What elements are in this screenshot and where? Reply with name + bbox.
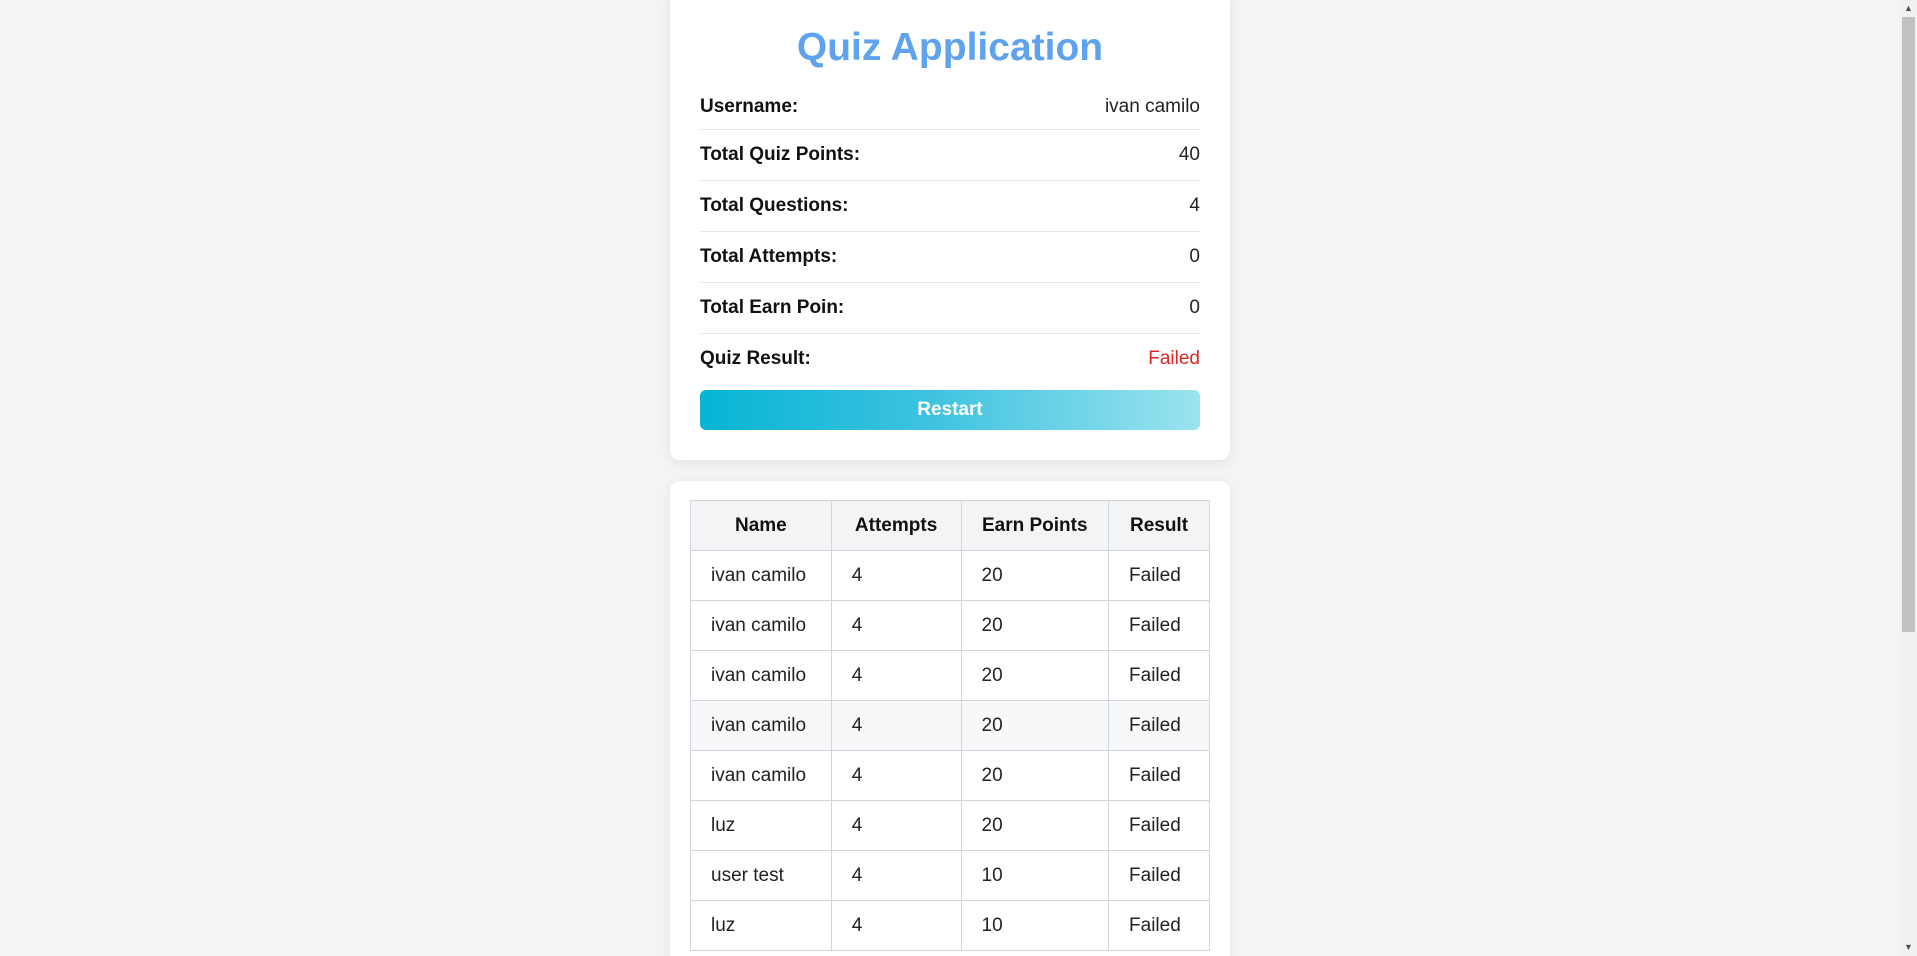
header-attempts: Attempts — [830, 500, 962, 551]
cell-result: Failed — [1108, 600, 1210, 651]
quiz-result-card: Quiz Application Username: ivan camilo T… — [670, 0, 1230, 460]
cell-result: Failed — [1108, 550, 1210, 601]
quiz-result-value: Failed — [1148, 348, 1200, 369]
scroll-up-arrow-icon[interactable]: ▲ — [1900, 0, 1917, 17]
cell-name: ivan camilo — [690, 700, 832, 751]
table-row: user test 4 10 Failed — [690, 850, 1210, 901]
page-title: Quiz Application — [796, 26, 1104, 69]
username-value: ivan camilo — [1104, 95, 1200, 117]
total-earn-points-label: Total Earn Poin: — [700, 297, 845, 318]
header-name: Name — [690, 500, 832, 551]
cell-result: Failed — [1108, 900, 1210, 951]
cell-name: ivan camilo — [690, 750, 832, 801]
total-quiz-points-row: Total Quiz Points: 40 — [700, 130, 1200, 181]
table-row: luz 4 20 Failed — [690, 800, 1210, 851]
total-quiz-points-value: 40 — [1178, 144, 1200, 165]
cell-earn-points: 20 — [960, 700, 1110, 751]
username-label: Username: — [700, 95, 799, 117]
cell-attempts: 4 — [830, 700, 962, 751]
total-earn-points-row: Total Earn Poin: 0 — [700, 283, 1200, 334]
cell-attempts: 4 — [830, 550, 962, 601]
cell-attempts: 4 — [830, 850, 962, 901]
scrollbar-thumb[interactable] — [1902, 17, 1915, 632]
cell-attempts: 4 — [830, 800, 962, 851]
cell-name: user test — [690, 850, 832, 901]
cell-earn-points: 20 — [960, 600, 1110, 651]
cell-attempts: 4 — [830, 600, 962, 651]
table-row: luz 4 10 Failed — [690, 900, 1210, 951]
cell-name: ivan camilo — [690, 600, 832, 651]
table-row-hovered: ivan camilo 4 20 Failed — [690, 700, 1210, 751]
quiz-result-row: Quiz Result: Failed — [700, 334, 1200, 384]
cell-name: luz — [690, 900, 832, 951]
total-quiz-points-label: Total Quiz Points: — [700, 144, 861, 165]
total-attempts-label: Total Attempts: — [700, 246, 838, 267]
quiz-result-label: Quiz Result: — [700, 348, 811, 369]
table-header-row: Name Attempts Earn Points Result — [690, 500, 1210, 551]
cell-result: Failed — [1108, 650, 1210, 701]
cell-result: Failed — [1108, 700, 1210, 751]
total-earn-points-value: 0 — [1189, 297, 1200, 318]
header-earn-points: Earn Points — [960, 500, 1110, 551]
table-row: ivan camilo 4 20 Failed — [690, 650, 1210, 701]
header-result: Result — [1108, 500, 1210, 551]
cell-earn-points: 10 — [960, 850, 1110, 901]
table-row: ivan camilo 4 20 Failed — [690, 550, 1210, 601]
cell-result: Failed — [1108, 850, 1210, 901]
cell-result: Failed — [1108, 800, 1210, 851]
table-row: ivan camilo 4 20 Failed — [690, 600, 1210, 651]
total-questions-value: 4 — [1189, 195, 1200, 216]
cell-earn-points: 20 — [960, 550, 1110, 601]
username-row: Username: ivan camilo — [700, 84, 1200, 130]
scroll-down-arrow-icon[interactable]: ▼ — [1900, 939, 1917, 956]
cell-earn-points: 20 — [960, 800, 1110, 851]
vertical-scrollbar[interactable]: ▲ ▼ — [1900, 0, 1917, 956]
total-questions-label: Total Questions: — [700, 195, 849, 216]
results-table: Name Attempts Earn Points Result ivan ca… — [690, 500, 1210, 951]
page: Quiz Application Username: ivan camilo T… — [0, 0, 1917, 956]
total-attempts-value: 0 — [1189, 246, 1200, 267]
cell-attempts: 4 — [830, 650, 962, 701]
results-table-card: Name Attempts Earn Points Result ivan ca… — [670, 481, 1230, 956]
cell-attempts: 4 — [830, 900, 962, 951]
cell-name: ivan camilo — [690, 550, 832, 601]
total-questions-row: Total Questions: 4 — [700, 181, 1200, 232]
cell-earn-points: 20 — [960, 650, 1110, 701]
cell-name: luz — [690, 800, 832, 851]
cell-earn-points: 20 — [960, 750, 1110, 801]
cell-earn-points: 10 — [960, 900, 1110, 951]
cell-attempts: 4 — [830, 750, 962, 801]
cell-name: ivan camilo — [690, 650, 832, 701]
cell-result: Failed — [1108, 750, 1210, 801]
restart-button[interactable]: Restart — [700, 390, 1200, 430]
total-attempts-row: Total Attempts: 0 — [700, 232, 1200, 283]
table-row: ivan camilo 4 20 Failed — [690, 750, 1210, 801]
